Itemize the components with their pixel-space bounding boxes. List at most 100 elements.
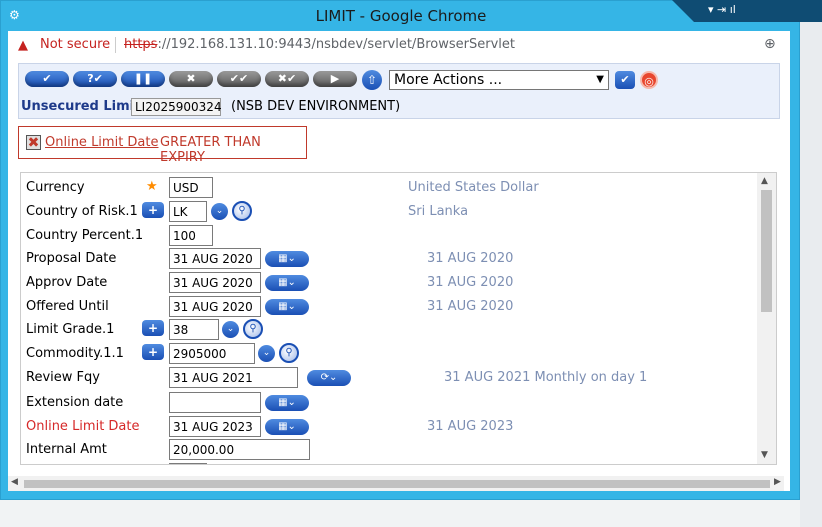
country-risk-enrichment: Sri Lanka — [408, 204, 469, 219]
internal-amt-input[interactable]: 20,000.00 — [169, 439, 310, 460]
record-type-label: Unsecured Limit — [21, 99, 141, 114]
error-icon: ✖ — [26, 135, 41, 151]
calendar-icon[interactable]: ▦⌄ — [265, 251, 309, 267]
dropdown-icon[interactable]: ⌄ — [222, 321, 239, 338]
review-fqy-enrichment: 31 AUG 2021 Monthly on day 1 — [444, 370, 648, 385]
up-arrow-icon[interactable]: ⇧ — [362, 70, 382, 90]
scroll-down-icon[interactable]: ▼ — [761, 450, 768, 460]
currency-label: Currency — [26, 180, 85, 195]
url-scheme: https — [124, 37, 158, 52]
online-limit-date-label: Online Limit Date — [26, 419, 140, 434]
review-fqy-label: Review Fqy — [26, 370, 100, 385]
dropdown-icon[interactable]: ⌄ — [258, 345, 275, 362]
currency-input[interactable]: USD — [169, 177, 213, 198]
calendar-icon[interactable]: ▦⌄ — [265, 275, 309, 291]
extension-date-input[interactable] — [169, 392, 261, 413]
more-actions-label: More Actions ... — [394, 72, 503, 88]
search-icon[interactable]: ⚲ — [232, 201, 252, 221]
error-box: ✖ Online Limit Date GREATER THAN EXPIRY — [18, 126, 307, 165]
delete-button[interactable]: ✖ — [169, 71, 213, 87]
help-icon[interactable]: ◎ — [640, 71, 658, 89]
online-limit-date-input[interactable]: 31 AUG 2023 — [169, 416, 261, 437]
desktop-edge — [800, 0, 822, 527]
error-field-link[interactable]: Online Limit Date — [45, 135, 159, 150]
window-title: LIMIT - Google Chrome — [315, 7, 487, 25]
zoom-icon[interactable]: ⊕ — [764, 36, 776, 52]
proposal-date-input[interactable]: 31 AUG 2020 — [169, 248, 261, 269]
country-percent-label: Country Percent.1 — [26, 228, 144, 243]
online-limit-date-enrichment: 31 AUG 2023 — [427, 419, 514, 434]
tray-controls[interactable]: ▾ ⇥ ıl — [672, 0, 822, 22]
scroll-up-icon[interactable]: ▲ — [761, 176, 768, 186]
horizontal-scroll-thumb[interactable] — [24, 480, 770, 488]
warning-icon: ▲ — [18, 38, 28, 53]
row-review-fqy: Review Fqy 31 AUG 2021 M0101 ⟳⌄ 31 AUG 2… — [21, 365, 741, 405]
search-icon[interactable]: ⚲ — [243, 319, 263, 339]
required-icon: ★ — [146, 179, 158, 194]
url-path: ://192.168.131.10:9443/nsbdev/servlet/Br… — [157, 37, 515, 52]
search-icon[interactable]: ⚲ — [279, 343, 299, 363]
offered-until-input[interactable]: 31 AUG 2020 — [169, 296, 261, 317]
commit-button[interactable]: ✔ — [25, 71, 69, 87]
scroll-left-icon[interactable]: ◀ — [11, 477, 18, 487]
url-text[interactable]: https://192.168.131.10:9443/nsbdev/servl… — [124, 37, 515, 52]
row-proposal-date: Proposal Date 31 AUG 2020 ▦⌄ 31 AUG 2020 — [21, 246, 741, 270]
row-offered-until: Offered Until 31 AUG 2020 ▦⌄ 31 AUG 2020 — [21, 294, 741, 318]
error-message: GREATER THAN EXPIRY — [160, 135, 261, 165]
calendar-icon[interactable]: ▦⌄ — [265, 395, 309, 411]
row-approv-date: Approv Date 31 AUG 2020 ▦⌄ 31 AUG 2020 — [21, 270, 741, 294]
internal-amt-label: Internal Amt — [26, 442, 107, 457]
approv-date-input[interactable]: 31 AUG 2020 — [169, 272, 261, 293]
authorise-button[interactable]: ✔✔ — [217, 71, 261, 87]
not-secure-label[interactable]: Not secure — [40, 37, 110, 52]
validate-button[interactable]: ?✔ — [73, 71, 117, 87]
approv-date-label: Approv Date — [26, 275, 108, 290]
page-content: ✔ ?✔ ❚❚ ✖ ✔✔ ✖✔ ▶ ⇧ More Actions ... ▼ ✔ … — [8, 59, 790, 491]
proposal-date-label: Proposal Date — [26, 251, 117, 266]
tray-status-icon[interactable]: ▾ ⇥ ıl — [708, 3, 736, 16]
expand-plus-icon[interactable]: + — [142, 344, 164, 360]
address-divider — [115, 37, 116, 53]
country-risk-input[interactable]: LK — [169, 201, 207, 222]
recurrence-icon[interactable]: ⟳⌄ — [307, 370, 351, 386]
partial-input[interactable] — [169, 463, 207, 464]
row-country-percent: Country Percent.1 100 — [21, 223, 741, 247]
go-button[interactable]: ✔ — [615, 71, 635, 89]
proposal-date-enrichment: 31 AUG 2020 — [427, 251, 514, 266]
review-fqy-input[interactable]: 31 AUG 2021 M0101 — [169, 367, 298, 405]
row-country-risk: Country of Risk.1 + LK ⌄ ⚲ Sri Lanka — [21, 199, 741, 223]
expand-plus-icon[interactable]: + — [142, 202, 164, 218]
page-horizontal-scrollbar[interactable]: ◀ ▶ — [8, 476, 784, 491]
record-id-field: LI2025900324 — [131, 98, 222, 116]
hold-button[interactable]: ❚❚ — [121, 71, 165, 87]
address-bar[interactable]: ▲ Not secure https://192.168.131.10:9443… — [8, 31, 790, 60]
country-percent-input[interactable]: 100 — [169, 225, 213, 246]
commodity-label: Commodity.1.1 — [26, 346, 124, 361]
limit-grade-input[interactable]: 38 — [169, 319, 219, 340]
country-risk-label: Country of Risk.1 — [26, 204, 138, 219]
scroll-thumb[interactable] — [761, 190, 772, 312]
calendar-icon[interactable]: ▦⌄ — [265, 299, 309, 315]
scroll-right-icon[interactable]: ▶ — [774, 477, 781, 487]
offered-until-label: Offered Until — [26, 299, 109, 314]
action-toolbar: ✔ ?✔ ❚❚ ✖ ✔✔ ✖✔ ▶ ⇧ More Actions ... ▼ ✔ … — [18, 63, 780, 119]
more-actions-select[interactable]: More Actions ... ▼ — [389, 70, 609, 90]
next-button[interactable]: ▶ — [313, 71, 357, 87]
extension-date-label: Extension date — [26, 395, 124, 410]
row-currency: Currency ★ USD United States Dollar — [21, 175, 741, 199]
calendar-icon[interactable]: ▦⌄ — [265, 419, 309, 435]
reverse-button[interactable]: ✖✔ — [265, 71, 309, 87]
limit-grade-label: Limit Grade.1 — [26, 322, 115, 337]
limit-form: Currency ★ USD United States Dollar Coun… — [20, 172, 777, 465]
dropdown-icon[interactable]: ⌄ — [211, 203, 228, 220]
currency-enrichment: United States Dollar — [408, 180, 539, 195]
form-scrollbar[interactable]: ▲ ▼ — [757, 173, 776, 464]
row-commodity: Commodity.1.1 + 2905000 ⌄ ⚲ — [21, 341, 741, 365]
row-online-limit-date: Online Limit Date 31 AUG 2023 ▦⌄ 31 AUG … — [21, 414, 741, 438]
row-extension-date: Extension date ▦⌄ — [21, 390, 741, 414]
commodity-input[interactable]: 2905000 — [169, 343, 255, 364]
expand-plus-icon[interactable]: + — [142, 320, 164, 336]
approv-date-enrichment: 31 AUG 2020 — [427, 275, 514, 290]
chevron-down-icon: ▼ — [596, 74, 604, 85]
row-internal-amt: Internal Amt 20,000.00 — [21, 437, 741, 461]
